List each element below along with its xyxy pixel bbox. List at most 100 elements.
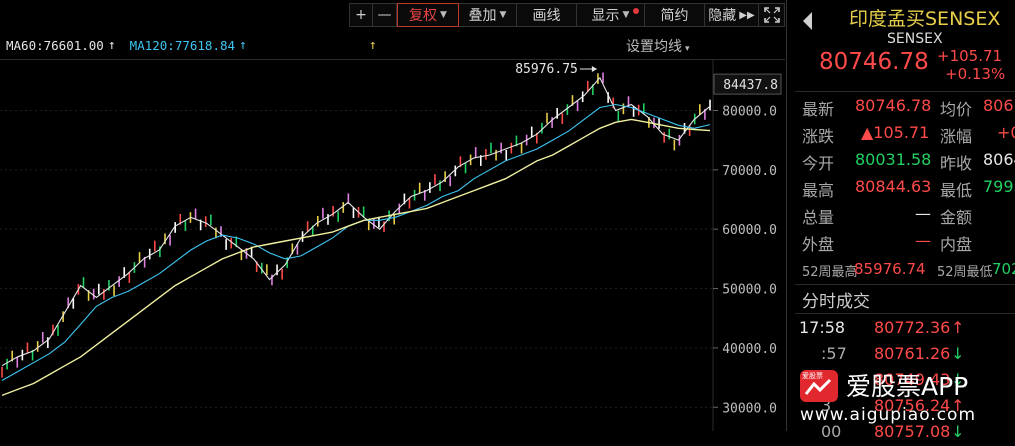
change-amount: ▲105.71	[861, 123, 930, 142]
arrow-up-icon: ↑	[368, 38, 377, 53]
series-line-1	[1, 76, 711, 367]
amount-label: 金额	[940, 208, 973, 227]
y-tick-label: 50000.0	[722, 283, 777, 298]
zoom-out-button[interactable]: —	[373, 3, 397, 27]
caret-down-icon: ▼	[440, 10, 447, 20]
change-percent: +0.13%	[945, 65, 1006, 83]
week52-high-label: 52周最高	[802, 265, 858, 280]
prev-close-value: 8064	[983, 150, 1015, 169]
latest-label: 最新	[802, 100, 835, 119]
y-axis: 30000.0 40000.0 50000.0 60000.0 70000.0 80000…	[713, 73, 782, 416]
change-label: 涨跌	[802, 127, 835, 146]
annotations: 85976.75	[515, 62, 597, 77]
tick-row: 17:58 80772.36 ↑	[787, 318, 1015, 342]
open-value: 80031.58	[855, 150, 932, 169]
tick-time: 17:58	[799, 318, 846, 337]
draw-line-button[interactable]: 画线	[517, 3, 577, 27]
overlay-dropdown[interactable]: 叠加 ▼	[459, 3, 517, 27]
y-tick-label: 70000.0	[722, 164, 777, 179]
notification-dot	[633, 8, 639, 14]
caret-down-icon: ▼	[499, 10, 507, 20]
quote-row-volume: 总量 — 金额	[802, 204, 1015, 228]
watermark: 爱股票 爱股票APP www.aigupiao.com	[800, 365, 1015, 431]
double-chevron-right-icon: ▶▶	[739, 9, 755, 21]
fullscreen-button[interactable]	[759, 3, 785, 27]
tick-price: 80772.36	[874, 318, 951, 337]
tick-trades-title[interactable]: 分时成交	[802, 287, 870, 312]
fuquan-dropdown[interactable]: 复权 ▼	[397, 3, 459, 27]
volume-label: 总量	[802, 208, 835, 227]
y-tick-label: 30000.0	[722, 401, 777, 416]
stock-code: SENSEX	[887, 31, 943, 47]
quote-row-latest: 最新 80746.78 均价 8061	[802, 96, 1015, 120]
avg-value: 8061	[983, 96, 1015, 115]
grid	[0, 60, 714, 431]
quote-row-52w: 52周最高 85976.74 52周最低 7025	[802, 260, 1015, 285]
hide-button[interactable]: 隐藏 ▶▶	[705, 3, 759, 27]
y-tick-label: 60000.0	[722, 223, 777, 238]
quote-row-change: 涨跌 ▲105.71 涨幅 +0	[802, 123, 1015, 147]
week52-low-value: 7025	[992, 260, 1015, 278]
price-plot[interactable]: 30000.0 40000.0 50000.0 60000.0 70000.0 80000…	[0, 60, 785, 431]
last-price: 80746.78	[819, 49, 929, 75]
divider	[795, 91, 1015, 92]
quote-row-open: 今开 80031.58 昨收 8064	[802, 150, 1015, 174]
peak-value-label: 85976.75	[515, 62, 578, 77]
caret-down-icon: ▼	[622, 10, 630, 20]
plus-icon: +	[355, 7, 367, 23]
ma-settings-dropdown[interactable]: 设置均线 ▾	[626, 36, 690, 56]
tick-price: 80761.26	[874, 344, 951, 363]
app-logo: 爱股票	[800, 370, 838, 402]
quote-row-outer: 外盘 — 内盘	[802, 231, 1015, 255]
outer-label: 外盘	[802, 235, 835, 254]
arrow-down-icon: ↓	[951, 344, 965, 363]
high-label: 最高	[802, 181, 835, 200]
low-value: 7993	[983, 177, 1015, 196]
divider	[795, 313, 1015, 314]
moving-average-legend: MA60:76601.00 ↑ MA120:77618.84 ↑ ↑	[6, 38, 377, 53]
ma-settings-label: 设置均线	[626, 39, 682, 55]
back-arrow-icon[interactable]	[803, 12, 812, 30]
fullscreen-icon	[763, 7, 780, 23]
app-url: www.aigupiao.com	[800, 405, 977, 425]
divider	[795, 284, 1015, 285]
outer-value: —	[915, 231, 931, 250]
hide-label: 隐藏	[708, 8, 737, 24]
fuquan-label: 复权	[409, 8, 438, 24]
change-value: +105.71	[937, 47, 1003, 65]
caret-down-icon: ▾	[685, 44, 690, 54]
inner-label: 内盘	[940, 235, 973, 254]
overlay-label: 叠加	[468, 8, 497, 24]
kline-chart-area[interactable]: + — 复权 ▼ 叠加 ▼ 画线 显示 ▼ 简约 隐藏 ▶▶ MA60:76601.00…	[0, 0, 785, 431]
arrow-up-icon: ↑	[239, 38, 247, 53]
week52-high-value: 85976.74	[854, 260, 926, 278]
chart-toolbar: + — 复权 ▼ 叠加 ▼ 画线 显示 ▼ 简约 隐藏 ▶▶	[349, 3, 785, 29]
series-line-2	[1, 103, 711, 381]
prev-close-label: 昨收	[940, 154, 973, 173]
ma120-value: MA120:77618.84	[129, 38, 236, 53]
peak-arrow-head	[591, 65, 597, 72]
draw-line-label: 画线	[532, 8, 561, 24]
ma60-value: MA60:76601.00	[6, 38, 104, 53]
simple-mode-label: 简约	[660, 8, 689, 24]
avg-label: 均价	[940, 100, 973, 119]
current-value-label: 84437.8	[723, 78, 778, 93]
series-group	[1, 72, 711, 397]
week52-low-label: 52周最低	[937, 265, 993, 280]
y-tick-label: 40000.0	[722, 342, 777, 357]
app-name: 爱股票APP	[846, 372, 969, 401]
stock-name: 印度孟买SENSEX	[849, 8, 1001, 30]
quote-row-high: 最高 80844.63 最低 7993	[802, 177, 1015, 201]
simple-mode-button[interactable]: 简约	[645, 3, 705, 27]
display-dropdown[interactable]: 显示 ▼	[577, 3, 645, 27]
y-tick-label: 80000.0	[722, 104, 777, 119]
latest-value: 80746.78	[855, 96, 932, 115]
open-label: 今开	[802, 154, 835, 173]
arrow-up-icon: ↑	[107, 38, 116, 53]
tick-time: :57	[821, 344, 847, 363]
high-value: 80844.63	[855, 177, 932, 196]
zoom-in-button[interactable]: +	[349, 3, 373, 27]
chart-icon	[804, 378, 832, 395]
volume-value: —	[915, 204, 931, 223]
display-label: 显示	[591, 8, 620, 24]
